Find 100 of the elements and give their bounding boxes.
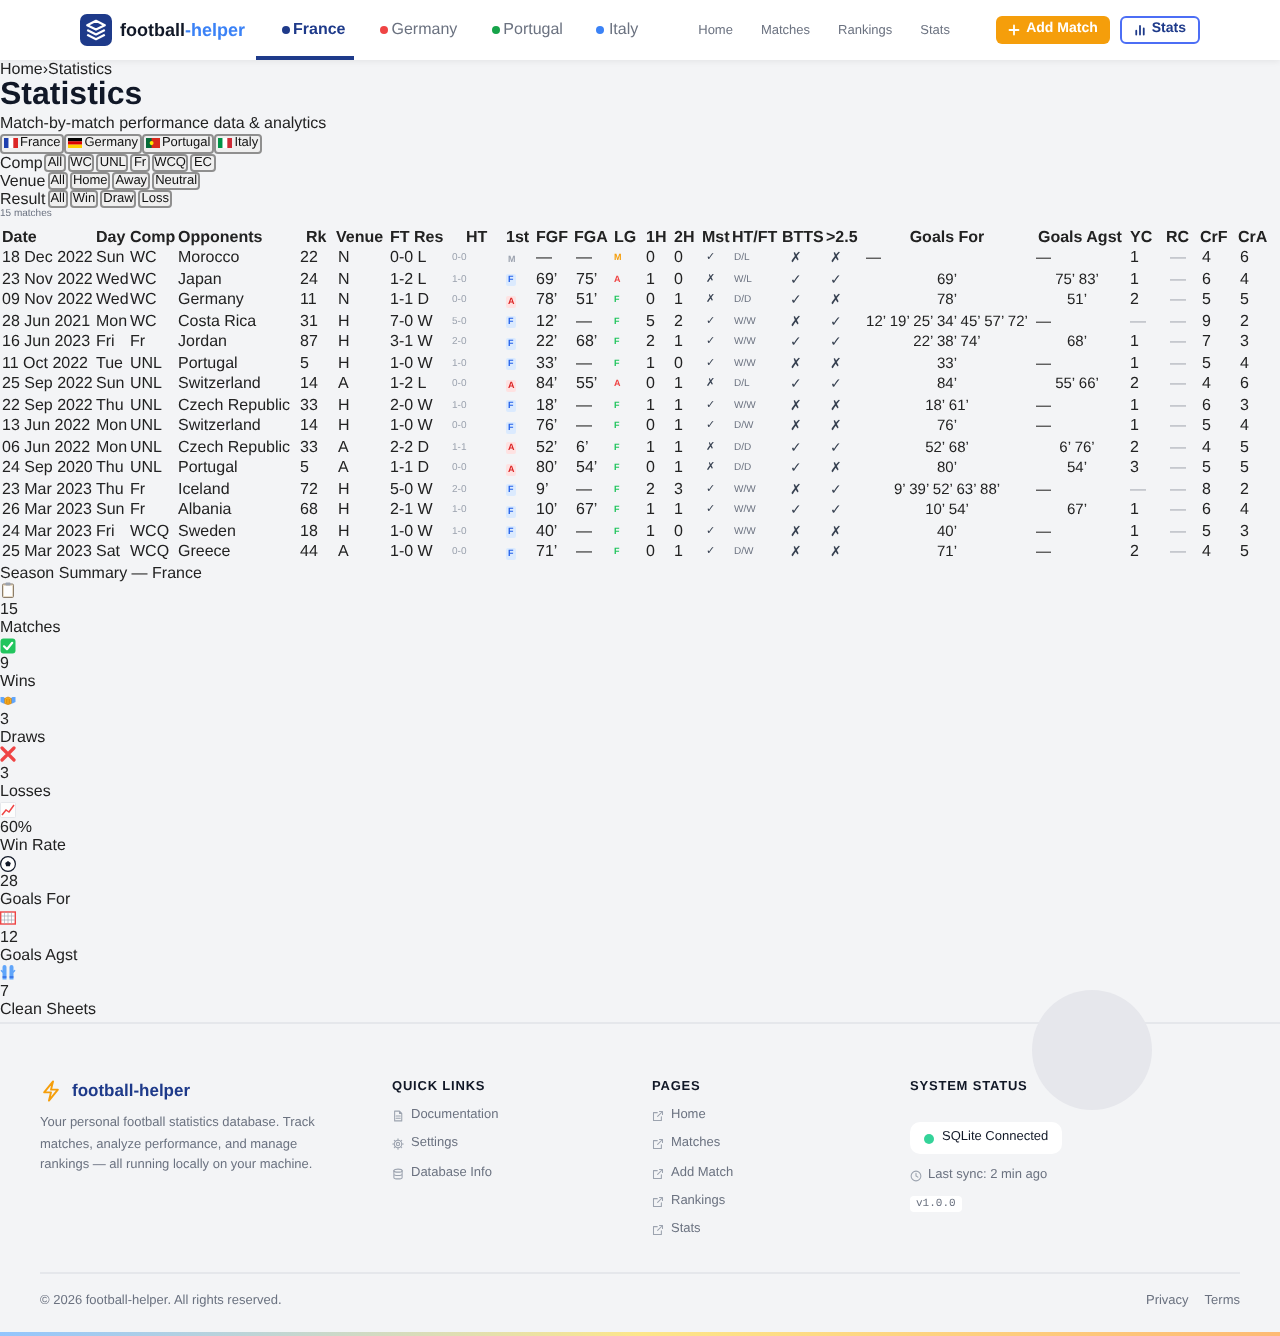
- footer-brand: football-helper: [72, 1078, 191, 1102]
- table-cell-text: Fr: [130, 479, 148, 501]
- table-cell-text: —: [1168, 332, 1188, 354]
- column-header: CrA: [1236, 227, 1270, 249]
- table-cell-text: 2-1 W: [390, 500, 435, 522]
- table-cell-text: —: [1168, 311, 1188, 333]
- table-cell-text: —: [1168, 374, 1188, 396]
- filter-label: Result: [0, 190, 46, 208]
- section-title: Season Summary — France: [0, 563, 202, 582]
- brand-name[interactable]: football-helper: [120, 18, 246, 42]
- table-cell-text: 22’: [534, 332, 560, 354]
- table-cell-text: 0: [644, 374, 657, 396]
- clock-icon: [910, 1170, 922, 1182]
- table-cell-text: 0: [644, 290, 657, 312]
- table-cell-text: 12’: [534, 311, 560, 333]
- table-cell-text: 1: [1128, 416, 1141, 438]
- table-cell-text: UNL: [130, 374, 165, 396]
- table-cell-text: 67’: [574, 500, 600, 522]
- table-cell-text: 4: [1238, 416, 1251, 438]
- filter-label: Comp: [0, 154, 43, 172]
- table-cell: 23 Nov 2022: [0, 269, 94, 291]
- table-cell-text: 2: [1238, 311, 1251, 333]
- table-cell-text: 2: [1238, 479, 1251, 501]
- table-cell-text: 1: [644, 521, 657, 543]
- table-cell-text: 55’: [574, 374, 600, 396]
- table-cell-text: 2: [1128, 374, 1141, 396]
- table-cell-text: —: [574, 542, 594, 564]
- table-cell-text: —: [574, 395, 594, 417]
- table-cell: Wed: [94, 290, 130, 312]
- stat-label: Goals Agst: [0, 945, 78, 964]
- team-tab[interactable]: Italy: [570, 0, 647, 60]
- table-cell: 24 Mar 2023: [0, 521, 94, 543]
- column-header: HT/FT: [730, 227, 780, 249]
- table-cell-text: 18: [300, 521, 320, 543]
- table-cell-text: Greece: [178, 542, 233, 564]
- stat-value: 9: [0, 654, 9, 673]
- table-cell-text: 2-2 D: [390, 437, 432, 459]
- table-cell-text: 1-1 D: [390, 290, 432, 312]
- stat-value: 15: [0, 599, 18, 619]
- table-cell-text: 33: [300, 395, 320, 417]
- external-link-icon: [652, 1167, 664, 1180]
- table-cell-text: 0-0 L: [390, 248, 429, 270]
- logo-icon[interactable]: [80, 14, 112, 46]
- team-tab[interactable]: Germany: [353, 0, 466, 60]
- table-cell-text: Costa Rica: [178, 311, 259, 333]
- table-cell-text: 5-0 W: [390, 479, 435, 501]
- table-cell-text: 1-2 L: [390, 374, 429, 396]
- stat-label: Draws: [0, 727, 46, 746]
- table-cell-text: UNL: [130, 353, 165, 375]
- table-cell-text: —: [1168, 500, 1188, 522]
- table-cell-text: 54’: [574, 458, 600, 480]
- column-header: 1H: [644, 227, 669, 249]
- table-cell-text: —: [1168, 458, 1188, 480]
- table-cell-text: —: [1168, 269, 1188, 291]
- table-cell-text: 75’: [574, 269, 600, 291]
- table-cell-text: 68: [300, 500, 320, 522]
- table-cell-text: 4: [1200, 437, 1213, 459]
- table-cell-text: 7: [1200, 332, 1213, 354]
- table-cell-text: 1: [1128, 248, 1141, 270]
- table-cell-text: 1: [672, 437, 685, 459]
- table-cell-text: 4: [1238, 353, 1251, 375]
- table-cell-text: Fr: [130, 500, 148, 522]
- table-cell-text: 1: [672, 542, 685, 564]
- table-cell-text: 1: [672, 290, 685, 312]
- table-cell-text: 1-0 W: [390, 353, 435, 375]
- table-cell: 22 Sep 2022: [0, 395, 94, 417]
- table-cell-text: 33: [300, 437, 320, 459]
- table-cell-text: 2: [644, 479, 657, 501]
- table-cell-text: —: [1168, 353, 1188, 375]
- table-cell-text: 11: [300, 290, 319, 312]
- table-cell-text: H: [336, 521, 352, 543]
- table-cell-text: 11 Oct 2022: [0, 353, 90, 375]
- team-tab[interactable]: France: [255, 0, 354, 60]
- table-cell-text: 6: [1200, 395, 1213, 417]
- filter-label: Venue: [0, 172, 46, 190]
- stat-label: Matches: [0, 618, 61, 637]
- table-cell-text: —: [574, 521, 594, 543]
- team-tab[interactable]: Portugal: [465, 0, 571, 60]
- table-cell-text: 5: [1200, 458, 1213, 480]
- plus-icon: [1008, 24, 1021, 36]
- table-cell-text: 2: [1128, 437, 1141, 459]
- stat-value: 3: [0, 709, 9, 728]
- breadcrumb-link[interactable]: Home: [0, 60, 43, 78]
- table-cell-text: 7-0 W: [390, 311, 435, 333]
- cross-icon: [0, 746, 16, 763]
- table-cell-text: WC: [130, 248, 159, 270]
- table-cell-text: 16 Jun 2023: [0, 332, 93, 354]
- table-cell-text: 1-2 L: [390, 269, 429, 291]
- table-cell-text: H: [336, 395, 352, 417]
- table-cell-text: 51’: [574, 290, 600, 312]
- table-cell-text: —: [1168, 395, 1188, 417]
- table-cell-text: 18’: [534, 395, 560, 417]
- column-header: HT: [464, 227, 490, 249]
- table-cell-text: 6’: [574, 437, 591, 459]
- external-link-icon: [652, 1224, 664, 1237]
- table-cell-text: Portugal: [178, 353, 240, 375]
- table-cell-text: 5: [300, 353, 311, 375]
- table-cell-text: 3: [1238, 395, 1251, 417]
- table-cell-text: N: [336, 290, 352, 312]
- table-cell-text: H: [336, 479, 352, 501]
